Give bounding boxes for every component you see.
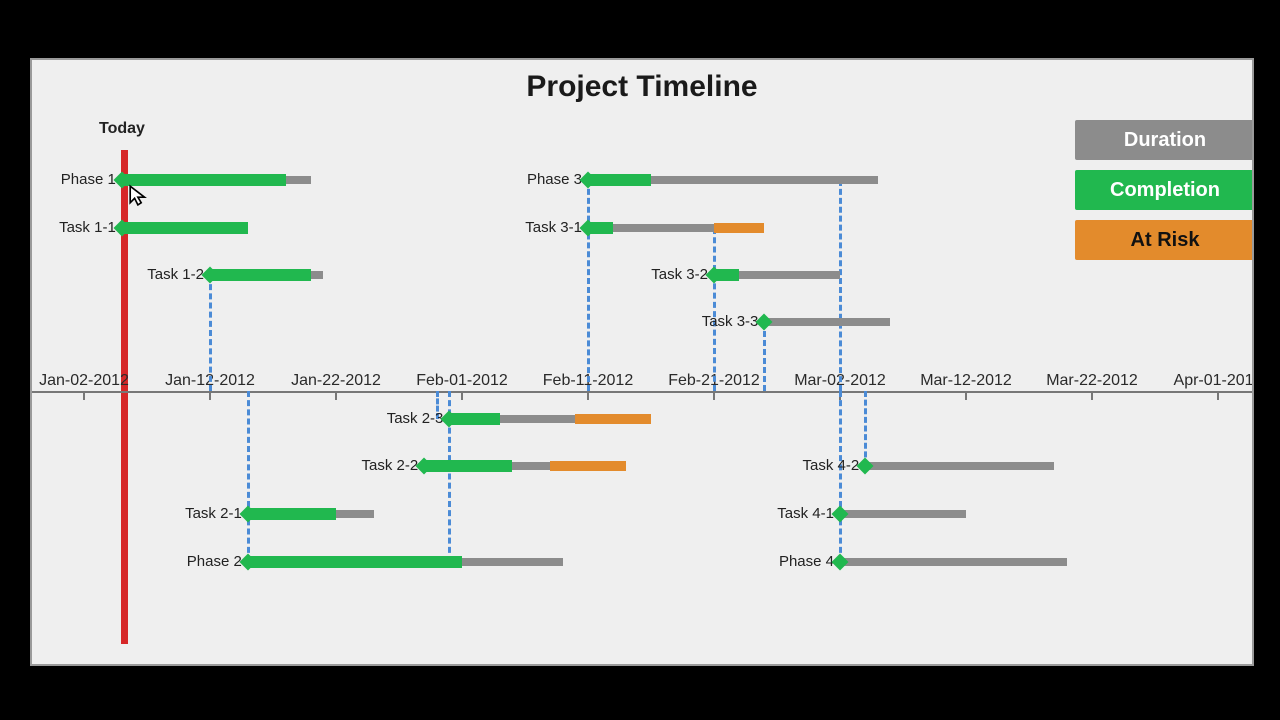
x-tick: Apr-01-2012 <box>1158 372 1254 390</box>
start-diamond-icon[interactable] <box>832 554 849 571</box>
at-risk-bar[interactable] <box>714 223 764 233</box>
completion-bar[interactable] <box>122 222 248 234</box>
dependency-line <box>247 391 250 562</box>
legend: Duration Completion At Risk <box>1075 120 1254 270</box>
task-label: Task 2-3 <box>367 410 443 427</box>
at-risk-bar[interactable] <box>550 461 626 471</box>
duration-bar[interactable] <box>764 318 890 326</box>
task-label: Task 4-1 <box>758 505 834 522</box>
task-label: Task 3-3 <box>682 313 758 330</box>
dependency-line <box>839 180 842 391</box>
start-diamond-icon[interactable] <box>832 506 849 523</box>
task-label: Task 3-2 <box>632 266 708 283</box>
task-label: Task 1-1 <box>40 219 116 236</box>
x-tick: Mar-12-2012 <box>906 372 1026 390</box>
task-label: Task 2-2 <box>342 457 418 474</box>
task-label: Task 2-1 <box>166 505 242 522</box>
chart-frame: Project Timeline Today Jan-02-2012Jan-12… <box>30 58 1254 666</box>
completion-bar[interactable] <box>122 174 286 186</box>
legend-completion[interactable]: Completion <box>1075 170 1254 210</box>
x-tick: Feb-01-2012 <box>402 372 522 390</box>
at-risk-bar[interactable] <box>575 414 651 424</box>
task-label: Phase 1 <box>48 171 116 188</box>
legend-at-risk[interactable]: At Risk <box>1075 220 1254 260</box>
task-label: Task 1-2 <box>128 266 204 283</box>
legend-duration[interactable]: Duration <box>1075 120 1254 160</box>
duration-bar[interactable] <box>840 510 966 518</box>
completion-bar[interactable] <box>588 174 651 186</box>
x-tick: Jan-02-2012 <box>30 372 144 390</box>
start-diamond-icon[interactable] <box>857 458 874 475</box>
duration-bar[interactable] <box>840 558 1067 566</box>
start-diamond-icon[interactable] <box>756 314 773 331</box>
completion-bar[interactable] <box>248 556 462 568</box>
task-label: Task 3-1 <box>506 219 582 236</box>
completion-bar[interactable] <box>210 269 311 281</box>
gantt-chart: Jan-02-2012Jan-12-2012Jan-22-2012Feb-01-… <box>32 60 1252 664</box>
x-tick: Mar-22-2012 <box>1032 372 1152 390</box>
dependency-line <box>763 322 766 391</box>
completion-bar[interactable] <box>248 508 336 520</box>
dependency-line <box>587 180 590 391</box>
dependency-line <box>713 228 716 391</box>
duration-bar[interactable] <box>865 462 1054 470</box>
x-tick: Jan-22-2012 <box>276 372 396 390</box>
dependency-line <box>839 391 842 562</box>
task-label: Task 4-2 <box>783 457 859 474</box>
x-axis <box>32 391 1252 393</box>
completion-bar[interactable] <box>424 460 512 472</box>
task-label: Phase 2 <box>174 553 242 570</box>
dependency-line <box>864 391 867 466</box>
task-label: Phase 3 <box>514 171 582 188</box>
dependency-line <box>209 275 212 391</box>
task-label: Phase 4 <box>766 553 834 570</box>
